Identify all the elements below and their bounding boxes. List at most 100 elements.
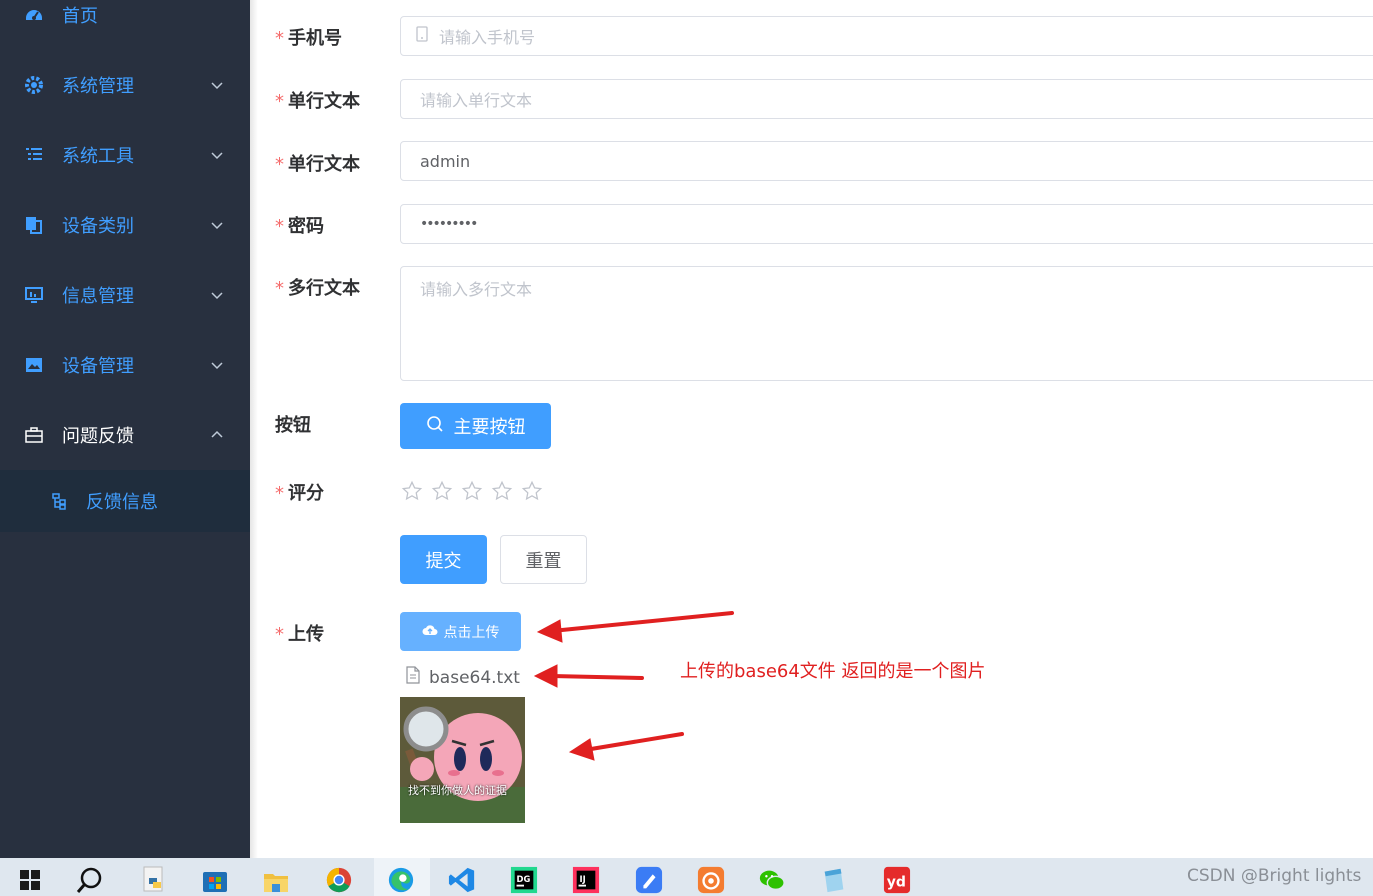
gear-icon	[24, 75, 44, 95]
password-label: * 密码	[275, 216, 324, 237]
sidebar: 首页 系统管理 系统工具 设备类别 信息管理 设备管理 问题反馈 反馈信息	[0, 0, 250, 858]
note-app-icon[interactable]	[635, 866, 663, 894]
annotation-text: 上传的base64文件 返回的是一个图片	[680, 661, 986, 682]
sidebar-item-label: 首页	[62, 6, 98, 27]
youdao-icon[interactable]: yd	[883, 866, 911, 894]
sidebar-item-label: 设备管理	[62, 356, 134, 377]
watermark: CSDN @Bright lights	[1187, 866, 1362, 886]
single-text-value: admin	[420, 151, 471, 171]
preview-caption: 找不到你做人的证据	[408, 784, 507, 797]
sidebar-subitem-label: 反馈信息	[86, 492, 158, 513]
password-input[interactable]: •••••••••	[400, 204, 1373, 244]
sidebar-item-label: 问题反馈	[62, 426, 134, 447]
chevron-down-icon	[210, 218, 224, 232]
star-icon[interactable]	[460, 479, 484, 503]
document-icon	[405, 666, 421, 689]
single-text-input[interactable]: 请输入单行文本	[400, 79, 1373, 119]
chevron-down-icon	[210, 358, 224, 372]
sidebar-item-label: 系统管理	[62, 76, 134, 97]
upload-button[interactable]: 点击上传	[400, 612, 521, 651]
chevron-down-icon	[210, 288, 224, 302]
taskbar: DG IJ yd	[0, 858, 1373, 896]
sidebar-item-label: 设备类别	[62, 216, 134, 237]
tree-icon	[50, 492, 68, 510]
uploaded-file-item[interactable]: base64.txt	[405, 666, 520, 689]
submit-button-label: 提交	[425, 550, 462, 572]
sidebar-item-label: 信息管理	[62, 286, 134, 307]
single-text-input-2[interactable]: admin	[400, 141, 1373, 181]
notepad-icon[interactable]	[820, 866, 848, 894]
search-icon[interactable]	[76, 866, 104, 894]
star-icon[interactable]	[520, 479, 544, 503]
sidebar-item-system-management[interactable]: 系统管理	[0, 50, 250, 120]
rating-label: * 评分	[275, 483, 324, 504]
multi-text-label: * 多行文本	[275, 278, 360, 299]
picture-icon	[24, 355, 44, 375]
datagrip-icon[interactable]: DG	[510, 866, 538, 894]
briefcase-icon	[24, 425, 44, 445]
star-icon[interactable]	[400, 479, 424, 503]
sidebar-subitem-feedback-info[interactable]: 反馈信息	[0, 470, 250, 532]
microsoft-store-icon[interactable]	[201, 866, 229, 894]
required-mark: *	[275, 216, 284, 237]
reset-button[interactable]: 重置	[500, 535, 587, 584]
copy-icon	[24, 215, 44, 235]
multi-text-textarea[interactable]: 请输入多行文本	[400, 266, 1373, 381]
submit-button[interactable]: 提交	[400, 535, 487, 584]
mobile-icon	[415, 26, 429, 46]
primary-button[interactable]: 主要按钮	[400, 403, 551, 449]
sidebar-item-system-tools[interactable]: 系统工具	[0, 120, 250, 190]
cloud-upload-icon	[422, 623, 438, 641]
list-icon	[24, 145, 44, 165]
svg-text:DG: DG	[517, 874, 531, 884]
sidebar-item-device-management[interactable]: 设备管理	[0, 330, 250, 400]
chrome-icon[interactable]	[325, 866, 353, 894]
sidebar-item-home[interactable]: 首页	[0, 0, 250, 50]
phone-label: * 手机号	[275, 28, 342, 49]
wechat-icon[interactable]	[758, 866, 786, 894]
windows-start-icon[interactable]	[16, 866, 44, 894]
single-text-placeholder: 请输入单行文本	[420, 91, 533, 110]
password-value: •••••••••	[420, 216, 478, 232]
required-mark: *	[275, 278, 284, 299]
upload-button-label: 点击上传	[443, 624, 500, 641]
chevron-up-icon	[210, 428, 224, 442]
python-file-icon[interactable]	[140, 866, 168, 894]
required-mark: *	[275, 624, 284, 645]
vscode-icon[interactable]	[448, 866, 476, 894]
media-app-icon[interactable]	[697, 866, 725, 894]
multi-text-placeholder: 请输入多行文本	[420, 280, 533, 299]
required-mark: *	[275, 483, 284, 504]
single-text-label: * 单行文本	[275, 91, 360, 112]
sidebar-item-feedback[interactable]: 问题反馈	[0, 400, 250, 470]
file-explorer-icon[interactable]	[262, 866, 290, 894]
annotation-arrows	[533, 611, 734, 761]
monitor-icon	[24, 285, 44, 305]
required-mark: *	[275, 91, 284, 112]
edge-icon[interactable]	[387, 866, 415, 894]
star-icon[interactable]	[490, 479, 514, 503]
intellij-idea-icon[interactable]: IJ	[572, 866, 600, 894]
svg-text:IJ: IJ	[579, 874, 585, 884]
search-icon	[426, 415, 444, 438]
single-text-label-2: * 单行文本	[275, 154, 360, 175]
svg-text:yd: yd	[887, 875, 906, 891]
sidebar-item-device-category[interactable]: 设备类别	[0, 190, 250, 260]
dashboard-icon	[24, 5, 44, 25]
phone-input[interactable]: 请输入手机号	[400, 16, 1373, 56]
reset-button-label: 重置	[525, 550, 562, 572]
uploaded-file-name: base64.txt	[429, 667, 520, 688]
sidebar-item-info-management[interactable]: 信息管理	[0, 260, 250, 330]
button-row-label: 按钮	[275, 415, 311, 436]
chevron-down-icon	[210, 148, 224, 162]
rating-stars[interactable]	[400, 479, 544, 503]
required-mark: *	[275, 154, 284, 175]
upload-label: * 上传	[275, 624, 324, 645]
star-icon[interactable]	[430, 479, 454, 503]
uploaded-image-preview: 找不到你做人的证据	[400, 697, 525, 823]
phone-placeholder: 请输入手机号	[439, 28, 536, 47]
sidebar-shadow	[250, 0, 258, 858]
sidebar-item-label: 系统工具	[62, 146, 134, 167]
primary-button-label: 主要按钮	[453, 417, 526, 438]
chevron-down-icon	[210, 78, 224, 92]
